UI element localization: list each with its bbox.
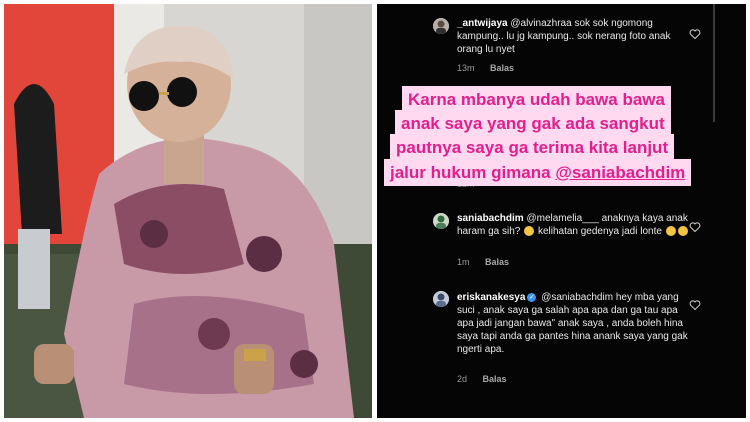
reply-button[interactable]: Balas	[483, 374, 507, 384]
comment-body: saniabachdim @melamelia___ anaknya kaya …	[457, 212, 692, 238]
laughing-emoji-icon	[524, 226, 535, 237]
heart-icon[interactable]	[689, 221, 701, 233]
banner-line: Karna mbanya udah bawa bawa	[402, 86, 671, 113]
heart-icon[interactable]	[689, 299, 701, 311]
comments-panel: _antwijaya @alvinazhraa sok sok ngomong …	[377, 4, 746, 418]
comment-time: 13m	[457, 63, 475, 73]
avatar[interactable]	[433, 213, 449, 229]
avatar[interactable]	[433, 18, 449, 34]
laughing-emoji-icon	[665, 226, 676, 237]
laughing-emoji-icon	[677, 226, 688, 237]
comment-time: 1m	[457, 257, 470, 267]
heart-icon[interactable]	[689, 28, 701, 40]
comment-body: eriskanakesya ✓ @saniabachdim hey mba yan…	[457, 291, 692, 356]
comment-meta: 13m Balas	[457, 63, 527, 73]
reply-button[interactable]: Balas	[490, 63, 514, 73]
banner-line: anak saya yang gak ada sangkut	[395, 110, 671, 137]
comment-username[interactable]: _antwijaya	[457, 18, 508, 29]
comment-username[interactable]: saniabachdim	[457, 213, 524, 224]
reply-button[interactable]: Balas	[485, 257, 509, 267]
scrollbar[interactable]	[713, 4, 715, 122]
comment-username[interactable]: eriskanakesya	[457, 292, 525, 303]
mention-link[interactable]: @saniabachdim	[555, 163, 685, 182]
comment-meta: 1m Balas	[457, 257, 522, 267]
comment-time: 2d	[457, 374, 468, 384]
comment-meta: 2d Balas	[457, 374, 520, 384]
comment-body: _antwijaya @alvinazhraa sok sok ngomong …	[457, 17, 692, 56]
banner-line: pautnya saya ga terima kita lanjut	[390, 134, 675, 161]
banner-line: jalur hukum gimana @saniabachdim	[384, 159, 692, 186]
profile-photo	[4, 4, 372, 418]
comment-text: kelihatan gedenya jadi lonte	[537, 226, 662, 237]
avatar[interactable]	[433, 291, 449, 307]
verified-badge-icon: ✓	[527, 292, 537, 302]
